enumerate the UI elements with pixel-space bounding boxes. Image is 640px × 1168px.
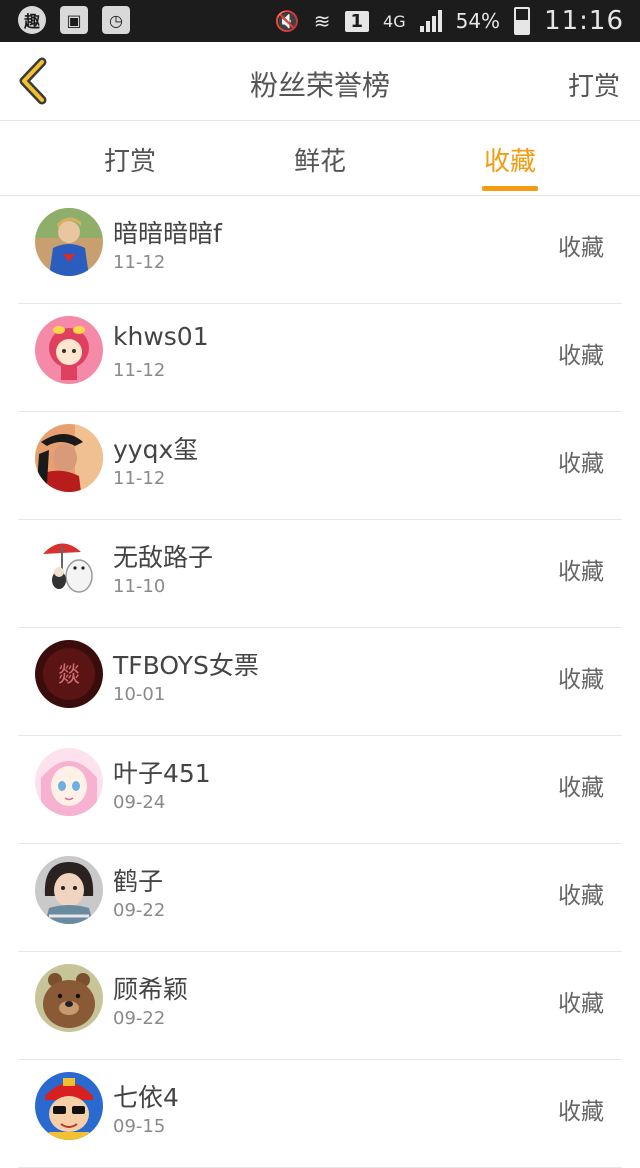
page-title: 粉丝荣誉榜 bbox=[249, 69, 390, 102]
list-item[interactable]: 暗暗暗暗f 11-12 收藏 bbox=[18, 196, 622, 304]
list-item[interactable]: 燚 TFBOYS女票 10-01 收藏 bbox=[18, 628, 622, 736]
tab-favorites[interactable]: 收藏 bbox=[484, 141, 536, 178]
sim-indicator: 1 bbox=[344, 10, 370, 32]
wifi-icon: ≋ bbox=[313, 9, 331, 33]
date-label: 09-22 bbox=[113, 1008, 166, 1029]
gallery-icon: ▣ bbox=[60, 6, 88, 34]
status-bar: 趣 ▣ ◷ 🔇 ≋ 1 4G 54% 11:16 bbox=[0, 0, 640, 42]
clock: 11:16 bbox=[544, 6, 624, 36]
battery-percent: 54% bbox=[455, 9, 501, 33]
avatar bbox=[35, 964, 103, 1032]
list-item[interactable]: yyqx玺 11-12 收藏 bbox=[18, 412, 622, 520]
action-label: 收藏 bbox=[558, 667, 604, 693]
list-item[interactable]: 顾希颖 09-22 收藏 bbox=[18, 952, 622, 1060]
user-name: TFBOYS女票 bbox=[113, 651, 259, 680]
avatar bbox=[35, 424, 103, 492]
user-name: 暗暗暗暗f bbox=[113, 219, 222, 248]
action-label: 收藏 bbox=[558, 991, 604, 1017]
tab-bar: 打赏 鲜花 收藏 bbox=[0, 121, 640, 196]
signal-icon bbox=[419, 10, 442, 32]
avatar bbox=[35, 208, 103, 276]
list-item[interactable]: 七依4 09-15 收藏 bbox=[18, 1060, 622, 1168]
mute-icon: 🔇 bbox=[274, 9, 300, 33]
list-item[interactable]: 叶子451 09-24 收藏 bbox=[18, 736, 622, 844]
nav-header: 粉丝荣誉榜 打赏 bbox=[0, 42, 640, 121]
user-name: 顾希颖 bbox=[113, 975, 189, 1004]
list-item[interactable]: 鹤子 09-22 收藏 bbox=[18, 844, 622, 952]
action-label: 收藏 bbox=[558, 775, 604, 801]
user-name: khws01 bbox=[113, 322, 209, 351]
date-label: 11-12 bbox=[113, 468, 166, 489]
network-label: 4G bbox=[383, 11, 406, 31]
calendar-icon: ◷ bbox=[102, 6, 130, 34]
action-label: 收藏 bbox=[558, 559, 604, 585]
tab-flowers[interactable]: 鲜花 bbox=[294, 141, 346, 178]
avatar bbox=[35, 748, 103, 816]
reward-button[interactable]: 打赏 bbox=[568, 66, 620, 103]
list-item[interactable]: 无敌路子 11-10 收藏 bbox=[18, 520, 622, 628]
user-name: 叶子451 bbox=[113, 759, 211, 788]
action-label: 收藏 bbox=[558, 451, 604, 477]
avatar bbox=[35, 532, 103, 600]
list-item[interactable]: khws01 11-12 收藏 bbox=[18, 304, 622, 412]
date-label: 10-01 bbox=[113, 684, 166, 705]
action-label: 收藏 bbox=[558, 235, 604, 261]
action-label: 收藏 bbox=[558, 1099, 604, 1125]
fan-list: 暗暗暗暗f 11-12 收藏 khws01 11-12 收藏 yyqx玺 11-… bbox=[0, 196, 640, 1168]
avatar bbox=[35, 1072, 103, 1140]
user-name: 七依4 bbox=[113, 1083, 179, 1112]
tab-reward[interactable]: 打赏 bbox=[104, 141, 156, 178]
active-tab-indicator bbox=[482, 186, 538, 191]
svg-text:燚: 燚 bbox=[58, 663, 80, 688]
avatar bbox=[35, 316, 103, 384]
date-label: 09-22 bbox=[113, 900, 166, 921]
user-name: 鹤子 bbox=[113, 867, 164, 896]
app-badge-icon: 趣 bbox=[18, 6, 46, 34]
user-name: 无敌路子 bbox=[113, 543, 214, 572]
date-label: 11-12 bbox=[113, 252, 166, 273]
user-name: yyqx玺 bbox=[113, 435, 199, 464]
action-label: 收藏 bbox=[558, 883, 604, 909]
battery-icon bbox=[514, 7, 531, 35]
date-label: 09-24 bbox=[113, 792, 166, 813]
avatar bbox=[35, 856, 103, 924]
date-label: 11-12 bbox=[113, 360, 166, 381]
date-label: 11-10 bbox=[113, 576, 166, 597]
date-label: 09-15 bbox=[113, 1116, 166, 1137]
action-label: 收藏 bbox=[558, 343, 604, 369]
avatar: 燚 bbox=[35, 640, 103, 708]
